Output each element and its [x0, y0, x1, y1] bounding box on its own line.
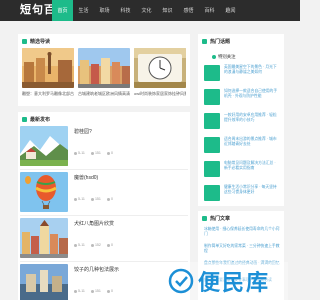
featured-image[interactable] — [22, 48, 74, 88]
featured-section: 精选导读 雕塑：意大利罗马雕像北部古城美景图片 — [18, 34, 190, 106]
hot-item[interactable]: 电脑常见问题及解决方法汇总 · 新手必看实用指南 — [204, 161, 280, 185]
clock-icon — [74, 289, 77, 293]
hot-item[interactable]: 适合周末出游的景点推荐 · 城市近郊踏青好去处 — [204, 137, 280, 161]
watermark-overlay: 便民库 — [150, 262, 288, 300]
post-views: 151 — [90, 197, 101, 201]
featured-image[interactable] — [78, 48, 130, 88]
post-divider — [20, 215, 188, 216]
featured-image[interactable] — [134, 48, 186, 88]
eye-icon — [90, 197, 94, 201]
post-item[interactable]: 犬红八角图片欣赏 5-11 152 0 — [18, 218, 190, 262]
hot-topics-title: 热门话题 — [202, 38, 230, 45]
eye-icon — [90, 289, 94, 293]
special-focus-label: 特别关注 — [212, 54, 236, 60]
hot-article-link[interactable]: 冰箱使用 · 细心保养延长使用寿命的几个小窍门 — [204, 227, 280, 237]
comment-icon — [106, 151, 110, 155]
featured-caption[interactable]: owl时尚装饰家居家饰挂钟风景 — [134, 91, 186, 96]
post-date: 5-11 — [74, 197, 85, 201]
post-thumbnail[interactable] — [20, 264, 68, 300]
comment-icon — [106, 197, 110, 201]
nav-item-life[interactable]: 生活 — [73, 0, 94, 21]
hot-articles-title: 热门文章 — [202, 215, 230, 222]
clock-icon — [74, 197, 77, 201]
hot-thumbnail[interactable] — [204, 89, 220, 105]
post-views: 151 — [90, 151, 101, 155]
post-title[interactable]: 饺子的几种包法展示 — [74, 266, 119, 273]
clock-icon — [74, 151, 77, 155]
featured-icon — [22, 39, 27, 44]
comment-icon — [106, 243, 110, 247]
hot-item[interactable]: 如何选择一款适合自己使用的手机壳 · 外观与防护性能 — [204, 89, 280, 113]
dot-icon — [212, 55, 216, 59]
hot-article-link[interactable]: 制作简单又好吃的家常菜 · 三分钟快速上手教程 — [204, 244, 280, 254]
post-date: 5-11 — [74, 243, 85, 247]
featured-caption[interactable]: 古城建筑老城区欧洲风情高清图片 — [78, 91, 130, 96]
hot-item-link[interactable]: 如何选择一款适合自己使用的手机壳 · 外观与防护性能 — [224, 89, 280, 99]
post-divider — [20, 169, 188, 170]
hot-topics-sidebar: 热门话题 特别关注 英国最美星空下的景色 · 月光下的浪漫与静谧之美如何 如何选… — [198, 34, 284, 206]
post-date: 5-11 — [74, 289, 85, 293]
nav-item-career[interactable]: 职场 — [94, 0, 115, 21]
watermark-logo-icon — [168, 268, 194, 294]
nav-item-home[interactable]: 首页 — [52, 0, 73, 21]
nav-item-tech[interactable]: 科技 — [115, 0, 136, 21]
post-thumbnail[interactable] — [20, 172, 68, 212]
featured-card[interactable]: 雕塑：意大利罗马雕像北部古城美景图片 — [22, 48, 74, 96]
clock-icon — [74, 243, 77, 247]
post-title[interactable]: 魔兽(hsd0) — [74, 174, 98, 181]
post-comments: 0 — [106, 151, 113, 155]
featured-title: 精选导读 — [22, 38, 50, 45]
post-thumbnail[interactable] — [20, 126, 68, 166]
hot-item-link[interactable]: 电脑常见问题及解决方法汇总 · 新手必看实用指南 — [224, 161, 280, 171]
watermark-text: 便民库 — [197, 271, 270, 296]
hot-item-link[interactable]: 健康生活小常识分享 · 每天坚持这些习惯身体更好 — [224, 185, 280, 195]
post-thumbnail[interactable] — [20, 218, 68, 258]
hot-thumbnail[interactable] — [204, 137, 220, 153]
nav-item-insight[interactable]: 感悟 — [178, 0, 199, 21]
post-item[interactable]: 魔兽(hsd0) 5-11 151 0 — [18, 172, 190, 216]
post-meta: 5-11 152 0 — [74, 243, 113, 247]
post-comments: 0 — [106, 289, 113, 293]
featured-caption[interactable]: 雕塑：意大利罗马雕像北部古城美景图片 — [22, 91, 74, 96]
post-title[interactable]: 碧桂园? — [74, 128, 92, 135]
hot-thumbnail[interactable] — [204, 113, 220, 129]
nav-item-knowledge[interactable]: 知识 — [157, 0, 178, 21]
hot-item-link[interactable]: 适合周末出游的景点推荐 · 城市近郊踏青好去处 — [224, 137, 280, 147]
hot-icon — [202, 39, 207, 44]
article-icon — [202, 216, 207, 221]
post-comments: 0 — [106, 243, 113, 247]
hot-thumbnail[interactable] — [204, 65, 220, 81]
featured-card[interactable]: owl时尚装饰家居家饰挂钟风景 — [134, 48, 186, 96]
post-views: 152 — [90, 243, 101, 247]
latest-title: 最新发布 — [22, 116, 50, 123]
hot-item-link[interactable]: 英国最美星空下的景色 · 月光下的浪漫与静谧之美如何 — [224, 65, 280, 75]
post-item[interactable]: 碧桂园? 5-11 151 0 — [18, 126, 190, 170]
hot-item[interactable]: 一款好用的安卓应用推荐 · 轻松提升效率的小技巧 — [204, 113, 280, 137]
post-meta: 5-11 151 0 — [74, 289, 113, 293]
hot-item[interactable]: 英国最美星空下的景色 · 月光下的浪漫与静谧之美如何 — [204, 65, 280, 89]
main-nav: 首页 生活 职场 科技 文化 知识 感悟 百科 趣闻 — [52, 0, 241, 21]
post-meta: 5-11 151 0 — [74, 197, 113, 201]
hot-item-link[interactable]: 一款好用的安卓应用推荐 · 轻松提升效率的小技巧 — [224, 113, 280, 123]
nav-item-wiki[interactable]: 百科 — [199, 0, 220, 21]
hot-thumbnail[interactable] — [204, 185, 220, 201]
hot-item[interactable]: 健康生活小常识分享 · 每天坚持这些习惯身体更好 — [204, 185, 280, 209]
latest-icon — [22, 117, 27, 122]
eye-icon — [90, 151, 94, 155]
hot-thumbnail[interactable] — [204, 161, 220, 177]
nav-item-trivia[interactable]: 趣闻 — [220, 0, 241, 21]
comment-icon — [106, 289, 110, 293]
featured-card[interactable]: 古城建筑老城区欧洲风情高清图片 — [78, 48, 130, 96]
post-views: 151 — [90, 289, 101, 293]
post-title[interactable]: 犬红八角图片欣赏 — [74, 220, 114, 227]
post-date: 5-11 — [74, 151, 85, 155]
post-meta: 5-11 151 0 — [74, 151, 113, 155]
eye-icon — [90, 243, 94, 247]
post-comments: 0 — [106, 197, 113, 201]
nav-item-culture[interactable]: 文化 — [136, 0, 157, 21]
top-navbar: 短句百科 首页 生活 职场 科技 文化 知识 感悟 百科 趣闻 — [0, 0, 300, 21]
